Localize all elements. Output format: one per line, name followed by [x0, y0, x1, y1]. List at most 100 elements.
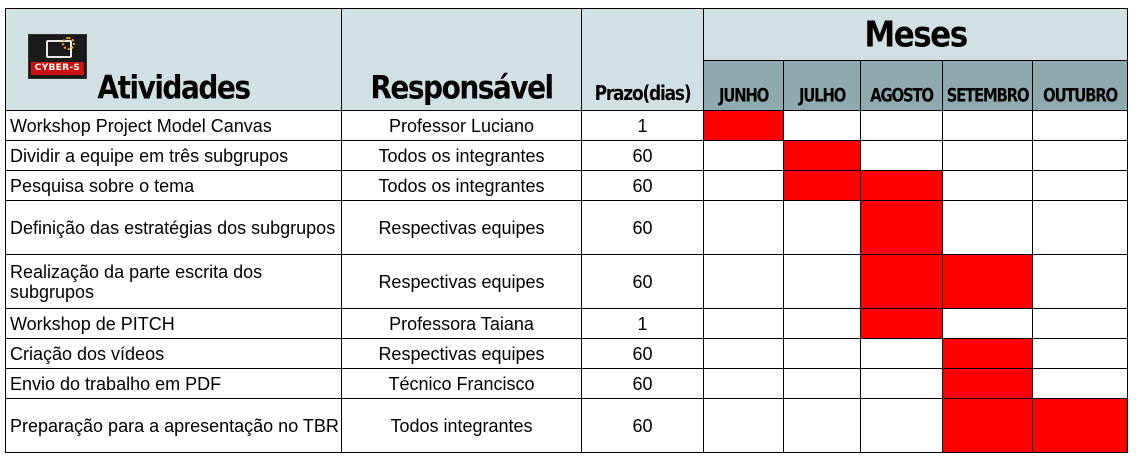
- month-cell-filled: [703, 110, 784, 141]
- days-cell: 60: [581, 338, 704, 369]
- month-cell-filled: [942, 368, 1033, 399]
- months-heading: Meses: [864, 13, 968, 56]
- month-cell: [783, 338, 861, 369]
- days-cell: 60: [581, 398, 704, 453]
- header-responsible: Responsável: [341, 8, 582, 111]
- month-cell: [703, 140, 784, 171]
- month-cell: [1032, 368, 1128, 399]
- table-row: Criação dos vídeos Respectivas equipes 6…: [5, 338, 1128, 369]
- responsible-cell: Respectivas equipes: [341, 254, 582, 309]
- month-cell: [783, 200, 861, 255]
- days-cell: 60: [581, 254, 704, 309]
- month-cell: [703, 368, 784, 399]
- month-junho: JUNHO: [703, 60, 784, 111]
- month-cell: [1032, 140, 1128, 171]
- activity-cell: Workshop de PITCH: [5, 308, 342, 339]
- activity-cell: Criação dos vídeos: [5, 338, 342, 369]
- month-cell: [942, 110, 1033, 141]
- responsible-heading: Responsável: [370, 68, 554, 107]
- gear-icon: [62, 37, 75, 50]
- month-cell: [860, 140, 943, 171]
- month-cell-filled: [1032, 398, 1128, 453]
- month-cell: [942, 308, 1033, 339]
- responsible-cell: Todos integrantes: [341, 398, 582, 453]
- month-cell: [783, 398, 861, 453]
- month-cell: [1032, 110, 1128, 141]
- days-cell: 1: [581, 110, 704, 141]
- cyber-s-logo: CYBER-S: [28, 34, 87, 79]
- month-cell-filled: [783, 170, 861, 201]
- month-cell: [1032, 200, 1128, 255]
- month-cell-filled: [942, 398, 1033, 453]
- table-row: Realização da parte escrita dos subgrupo…: [5, 254, 1128, 309]
- activities-heading: Atividades: [97, 68, 251, 107]
- header-months: Meses: [703, 8, 1128, 61]
- month-cell: [703, 308, 784, 339]
- month-julho: JULHO: [783, 60, 861, 111]
- activity-cell: Envio do trabalho em PDF: [5, 368, 342, 399]
- responsible-cell: Respectivas equipes: [341, 338, 582, 369]
- month-setembro: SETEMBRO: [942, 60, 1033, 111]
- month-cell: [942, 200, 1033, 255]
- month-cell: [860, 398, 943, 453]
- activity-cell: Dividir a equipe em três subgrupos: [5, 140, 342, 171]
- days-cell: 60: [581, 140, 704, 171]
- responsible-cell: Respectivas equipes: [341, 200, 582, 255]
- month-outubro: OUTUBRO: [1032, 60, 1128, 111]
- month-cell: [703, 170, 784, 201]
- month-cell: [703, 398, 784, 453]
- table-row: Workshop Project Model Canvas Professor …: [5, 110, 1128, 141]
- table-row: Dividir a equipe em três subgrupos Todos…: [5, 140, 1128, 171]
- month-cell: [783, 368, 861, 399]
- month-cell-filled: [860, 200, 943, 255]
- responsible-cell: Professora Taiana: [341, 308, 582, 339]
- schedule-table-wrapper: CYBER-S Atividades Responsável Prazo(dia…: [5, 8, 1128, 453]
- responsible-cell: Todos os integrantes: [341, 170, 582, 201]
- deadline-heading: Prazo(dias): [594, 82, 692, 106]
- month-cell: [1032, 254, 1128, 309]
- month-cell-filled: [860, 308, 943, 339]
- responsible-cell: Todos os integrantes: [341, 140, 582, 171]
- month-cell: [860, 338, 943, 369]
- month-cell: [783, 254, 861, 309]
- month-cell: [860, 110, 943, 141]
- month-cell: [942, 170, 1033, 201]
- schedule-table: CYBER-S Atividades Responsável Prazo(dia…: [5, 8, 1128, 453]
- days-cell: 60: [581, 368, 704, 399]
- days-cell: 60: [581, 170, 704, 201]
- table-row: Definição das estratégias dos subgrupos …: [5, 200, 1128, 255]
- header-deadline: Prazo(dias): [581, 8, 704, 111]
- table-row: Workshop de PITCH Professora Taiana 1: [5, 308, 1128, 339]
- activity-cell: Pesquisa sobre o tema: [5, 170, 342, 201]
- activity-cell: Workshop Project Model Canvas: [5, 110, 342, 141]
- month-cell: [703, 200, 784, 255]
- month-cell: [1032, 308, 1128, 339]
- month-cell-filled: [942, 338, 1033, 369]
- month-cell: [1032, 170, 1128, 201]
- days-cell: 1: [581, 308, 704, 339]
- month-cell: [783, 308, 861, 339]
- header-activities: CYBER-S Atividades: [5, 8, 342, 111]
- logo-text: CYBER-S: [31, 62, 84, 75]
- responsible-cell: Professor Luciano: [341, 110, 582, 141]
- month-cell-filled: [860, 254, 943, 309]
- month-cell: [860, 368, 943, 399]
- month-cell-filled: [942, 254, 1033, 309]
- month-cell: [783, 110, 861, 141]
- activity-cell: Preparação para a apresentação no TBR: [5, 398, 342, 453]
- month-agosto: AGOSTO: [860, 60, 943, 111]
- month-cell-filled: [783, 140, 861, 171]
- activity-cell: Definição das estratégias dos subgrupos: [5, 200, 342, 255]
- table-row: Envio do trabalho em PDF Técnico Francis…: [5, 368, 1128, 399]
- month-cell-filled: [860, 170, 943, 201]
- days-cell: 60: [581, 200, 704, 255]
- month-cell: [703, 338, 784, 369]
- schedule-rows: Workshop Project Model Canvas Professor …: [5, 110, 1128, 453]
- table-row: Preparação para a apresentação no TBR To…: [5, 398, 1128, 453]
- month-cell: [1032, 338, 1128, 369]
- table-row: Pesquisa sobre o tema Todos os integrant…: [5, 170, 1128, 201]
- month-cell: [703, 254, 784, 309]
- activity-cell: Realização da parte escrita dos subgrupo…: [5, 254, 342, 309]
- month-cell: [942, 140, 1033, 171]
- responsible-cell: Técnico Francisco: [341, 368, 582, 399]
